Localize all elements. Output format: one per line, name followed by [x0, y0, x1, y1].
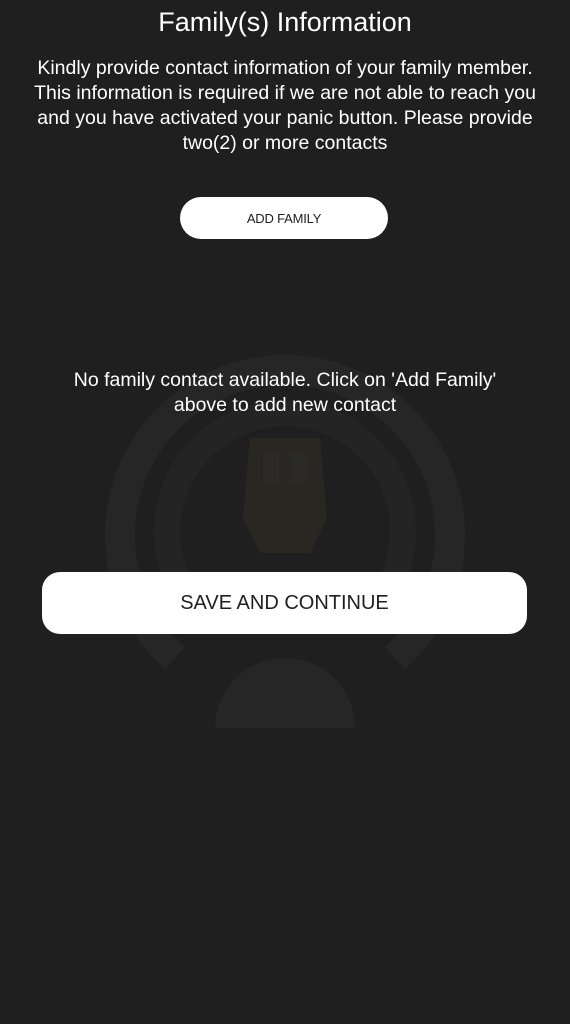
family-information-screen: Family(s) Information Kindly provide con… — [0, 0, 570, 1024]
add-family-button[interactable]: ADD FAMILY — [180, 197, 388, 239]
page-description: Kindly provide contact information of yo… — [34, 57, 536, 154]
save-and-continue-button[interactable]: SAVE AND CONTINUE — [42, 572, 527, 634]
page-title: Family(s) Information — [158, 7, 412, 37]
empty-state-message: No family contact available. Click on 'A… — [73, 369, 497, 416]
